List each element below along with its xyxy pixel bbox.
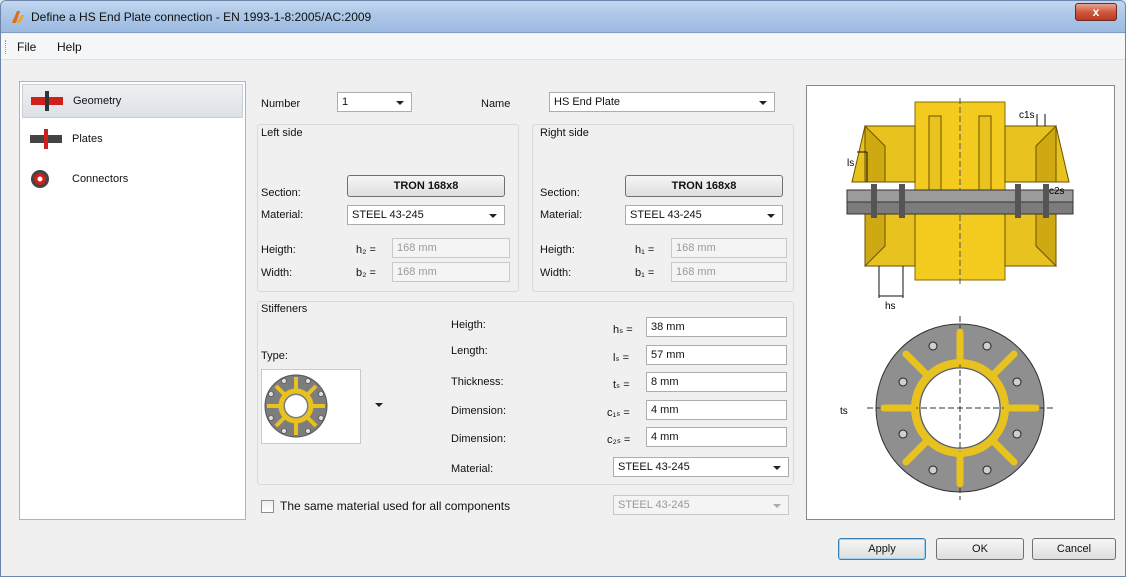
label-ls: ls xyxy=(847,158,854,169)
stiffener-dimension1-label: Dimension: xyxy=(451,405,507,417)
name-select[interactable]: HS End Plate xyxy=(549,92,775,112)
sidebar-item-connectors[interactable]: Connectors xyxy=(22,162,243,196)
right-material-label: Material: xyxy=(540,209,583,221)
stiffener-thickness-label: Thickness: xyxy=(451,376,504,388)
stiffener-dimension2-field[interactable]: 4 mm xyxy=(646,427,787,447)
stiffener-height-label: Heigth: xyxy=(451,319,486,331)
menu-bar: File Help xyxy=(1,34,1125,60)
cancel-button[interactable]: Cancel xyxy=(1032,538,1116,560)
left-height-symbol: h₂ = xyxy=(356,244,376,256)
stiffener-thickness-symbol: tₛ = xyxy=(613,379,630,391)
stiffener-thickness-field[interactable]: 8 mm xyxy=(646,372,787,392)
label-c2s: c2s xyxy=(1049,186,1065,197)
stiffener-height-field[interactable]: 38 mm xyxy=(646,317,787,337)
sidebar-item-plates[interactable]: Plates xyxy=(22,122,243,156)
name-label: Name xyxy=(481,98,511,110)
close-icon: x xyxy=(1092,5,1100,19)
sidebar-item-label: Connectors xyxy=(72,173,129,185)
title-bar: Define a HS End Plate connection - EN 19… xyxy=(1,1,1125,33)
stiffener-material-select[interactable]: STEEL 43-245 xyxy=(613,457,789,477)
right-material-select[interactable]: STEEL 43-245 xyxy=(625,205,783,225)
chevron-down-icon xyxy=(767,214,775,218)
dialog-window: Define a HS End Plate connection - EN 19… xyxy=(0,0,1126,577)
right-section-label: Section: xyxy=(540,187,580,199)
left-section-label: Section: xyxy=(261,187,301,199)
right-section-button[interactable]: TRON 168x8 xyxy=(625,175,783,197)
left-side-title: Left side xyxy=(261,127,303,139)
app-icon xyxy=(12,11,24,23)
label-c1s: c1s xyxy=(1019,110,1035,121)
ok-button[interactable]: OK xyxy=(936,538,1024,560)
right-width-field[interactable]: 168 mm xyxy=(671,262,787,282)
number-select[interactable]: 1 xyxy=(337,92,412,112)
geometry-icon xyxy=(31,91,63,111)
stiffener-type-preview[interactable] xyxy=(261,369,361,444)
number-label: Number xyxy=(261,98,301,110)
left-width-field[interactable]: 168 mm xyxy=(392,262,510,282)
same-material-select[interactable]: STEEL 43-245 xyxy=(613,495,789,515)
connectors-icon xyxy=(31,170,49,188)
window-title: Define a HS End Plate connection - EN 19… xyxy=(31,10,372,24)
menu-file[interactable]: File xyxy=(17,40,36,54)
chevron-down-icon xyxy=(773,504,781,508)
left-section-button[interactable]: TRON 168x8 xyxy=(347,175,505,197)
stiffener-dimension2-label: Dimension: xyxy=(451,433,507,445)
sidebar-item-geometry[interactable]: Geometry xyxy=(22,84,243,118)
stiffener-dimension1-field[interactable]: 4 mm xyxy=(646,400,787,420)
left-height-label: Heigth: xyxy=(261,244,296,256)
chevron-down-icon xyxy=(489,214,497,218)
same-material-checkbox[interactable] xyxy=(261,500,274,513)
menu-help[interactable]: Help xyxy=(57,40,82,54)
stiffener-type-icon xyxy=(264,374,328,438)
label-hs: hs xyxy=(885,301,896,312)
stiffener-length-symbol: lₛ = xyxy=(613,352,630,364)
left-material-select[interactable]: STEEL 43-245 xyxy=(347,205,505,225)
left-height-field[interactable]: 168 mm xyxy=(392,238,510,258)
chevron-down-icon xyxy=(759,101,767,105)
connection-preview: c1s c2s ls hs ts xyxy=(806,85,1115,520)
right-height-field[interactable]: 168 mm xyxy=(671,238,787,258)
plates-icon xyxy=(30,129,62,149)
same-material-label: The same material used for all component… xyxy=(280,499,511,513)
sidebar: Geometry Plates Connectors xyxy=(19,81,246,520)
left-width-label: Width: xyxy=(261,267,293,279)
right-height-label: Heigth: xyxy=(540,244,575,256)
apply-button[interactable]: Apply xyxy=(838,538,926,560)
right-height-symbol: h₁ = xyxy=(635,244,655,256)
sidebar-item-label: Plates xyxy=(72,133,103,145)
menu-grip xyxy=(5,40,8,54)
stiffener-dimension1-symbol: c₁ₛ = xyxy=(607,407,630,419)
stiffener-length-field[interactable]: 57 mm xyxy=(646,345,787,365)
connection-drawing: c1s c2s ls hs ts xyxy=(840,98,1074,500)
stiffeners-title: Stiffeners xyxy=(261,303,308,315)
left-width-symbol: b₂ = xyxy=(356,267,376,279)
right-width-label: Width: xyxy=(540,267,572,279)
close-button[interactable]: x xyxy=(1075,3,1117,21)
left-material-label: Material: xyxy=(261,209,304,221)
type-chevron-down-icon[interactable] xyxy=(375,403,383,407)
chevron-down-icon xyxy=(773,466,781,470)
stiffener-type-label: Type: xyxy=(261,350,288,362)
label-ts: ts xyxy=(840,406,848,417)
stiffener-length-label: Length: xyxy=(451,345,488,357)
stiffener-height-symbol: hₛ = xyxy=(613,324,633,336)
right-side-title: Right side xyxy=(540,127,589,139)
right-width-symbol: b₁ = xyxy=(635,267,655,279)
sidebar-item-label: Geometry xyxy=(73,95,122,107)
stiffener-material-label: Material: xyxy=(451,463,494,475)
chevron-down-icon xyxy=(396,101,404,105)
stiffener-dimension2-symbol: c₂ₛ = xyxy=(607,434,631,446)
